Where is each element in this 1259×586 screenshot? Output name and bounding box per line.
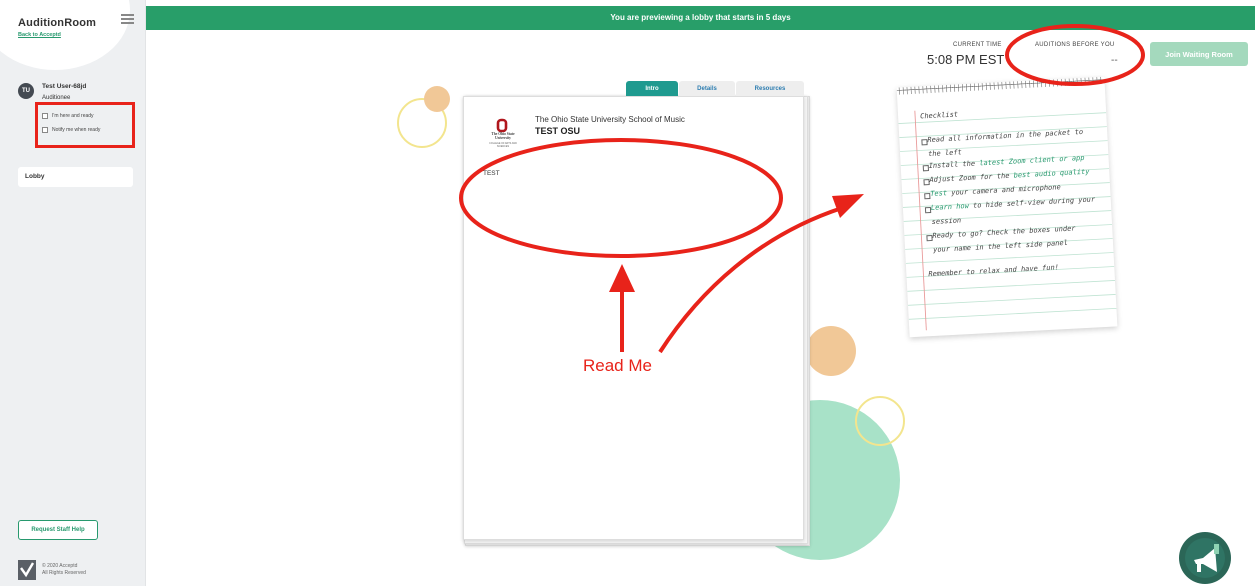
status-checkbox-group: I'm here and ready Notify me when ready <box>35 102 135 148</box>
join-waiting-room-button[interactable]: Join Waiting Room <box>1150 42 1248 66</box>
announcements-button[interactable] <box>1179 532 1231 584</box>
osu-logo-text: The Ohio State University <box>491 132 515 140</box>
back-to-acceptd-link[interactable]: Back to Acceptd <box>18 32 61 38</box>
current-time-value: 5:08 PM EST <box>927 52 1005 67</box>
copyright-line-1: © 2020 Acceptd <box>42 563 78 569</box>
read-me-annotation: Read Me <box>583 356 652 375</box>
auditions-before-you-label: AUDITIONS BEFORE YOU <box>1035 42 1115 48</box>
sidebar-item-lobby[interactable]: Lobby <box>18 167 133 187</box>
document-title: TEST OSU <box>535 126 581 136</box>
auditions-before-you-value: -- <box>1111 55 1118 66</box>
app-root: AuditionRoom Back to Acceptd TU Test Use… <box>0 0 1259 586</box>
osu-logo-subtext: COLLEGE OF ARTS AND SCIENCES <box>489 142 517 148</box>
copyright: © 2020 Acceptd All Rights Reserved <box>42 563 86 577</box>
checkbox-label: Notify me when ready <box>52 127 101 133</box>
current-time-label: CURRENT TIME <box>953 42 1002 48</box>
user-role: Auditionee <box>42 95 71 101</box>
tab-resources[interactable]: Resources <box>736 81 804 96</box>
hamburger-icon[interactable] <box>121 14 134 24</box>
checklist-notepad: ┼┼┼┼┼┼┼┼┼┼┼┼┼┼┼┼┼┼┼┼┼┼┼┼┼┼┼┼┼┼┼┼┼┼┼┼┼┼┼┼… <box>896 76 1118 338</box>
checkbox-square[interactable] <box>42 127 48 133</box>
copyright-line-2: All Rights Reserved <box>42 570 86 576</box>
test-camera-link[interactable]: Test <box>930 189 947 198</box>
sidebar: AuditionRoom Back to Acceptd TU Test Use… <box>0 0 146 586</box>
notepad-spiral: ┼┼┼┼┼┼┼┼┼┼┼┼┼┼┼┼┼┼┼┼┼┼┼┼┼┼┼┼┼┼┼┼┼┼┼┼┼┼┼┼… <box>896 76 1105 95</box>
decor-dot-orange-right <box>806 326 856 376</box>
document-page <box>463 96 804 540</box>
avatar: TU <box>18 83 34 99</box>
user-name: Test User-68jd <box>42 83 87 90</box>
checklist-item-5-cont: session <box>931 216 962 226</box>
checkbox-label: I'm here and ready <box>52 113 94 119</box>
school-name: The Ohio State University School of Musi… <box>535 115 685 124</box>
checkbox-here-and-ready[interactable]: I'm here and ready <box>42 111 136 121</box>
megaphone-icon <box>1185 538 1225 578</box>
decor-dot-orange-left <box>424 86 450 112</box>
tab-intro[interactable]: Intro <box>626 81 678 96</box>
preview-banner: You are previewing a lobby that starts i… <box>146 6 1255 30</box>
checkbox-square[interactable] <box>42 113 48 119</box>
document-body: TEST <box>483 170 500 177</box>
tab-details[interactable]: Details <box>679 81 735 96</box>
acceptd-logo-icon <box>18 560 36 580</box>
sidebar-header: AuditionRoom Back to Acceptd <box>0 0 146 70</box>
checkbox-notify-when-ready[interactable]: Notify me when ready <box>42 125 136 135</box>
document-tabs: Intro Details Resources <box>626 81 804 96</box>
brand-name: AuditionRoom <box>18 17 97 29</box>
user-info: TU Test User-68jd Auditionee <box>18 82 138 104</box>
decor-ring-right <box>855 396 905 446</box>
request-staff-help-button[interactable]: Request Staff Help <box>18 520 98 540</box>
